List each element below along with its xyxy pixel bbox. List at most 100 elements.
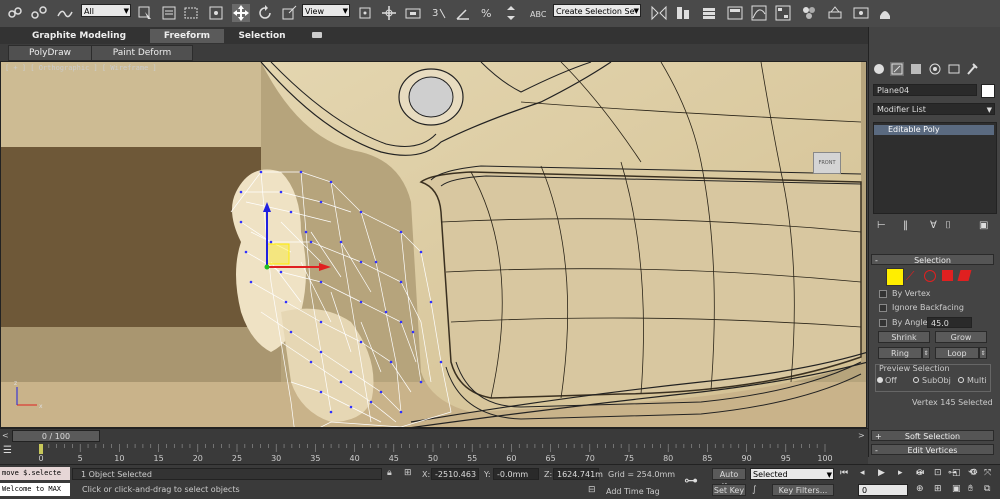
polygon-mode-icon[interactable] [942,270,953,281]
layer-manager-icon[interactable] [700,4,718,22]
modify-tab-icon[interactable] [890,62,904,76]
y-coord-field[interactable]: -0.0mm [493,468,539,480]
make-unique-icon[interactable]: ∀ [930,220,937,231]
maxscript-listener-line2[interactable]: Welcome to MAX [0,483,70,496]
create-tab-icon[interactable] [872,62,886,76]
loop-button[interactable]: Loop [935,347,979,359]
spinner-snap-icon[interactable] [502,4,520,22]
tab-graphite-modeling-tools[interactable]: Graphite Modeling Tools [20,29,138,55]
pin-stack-icon[interactable]: ⊢ [877,220,886,231]
ring-spinner[interactable]: ⇕ [922,347,930,359]
maximize-viewport-icon[interactable]: ⧉ [984,484,990,494]
ribbon-minimize-icon[interactable] [312,32,322,38]
remove-modifier-icon[interactable]: ⌷ [945,220,951,231]
time-slider-bar[interactable]: < 0 / 100 > [0,428,868,443]
hierarchy-tab-icon[interactable] [909,62,923,76]
by-angle-checkbox[interactable] [879,319,887,327]
viewcube[interactable]: FRONT [813,152,841,174]
track-bar[interactable]: ☰ 0 5 10 15 20 25 30 35 40 45 50 55 60 65 70 75 80 85 90 95… [0,442,868,464]
x-coord-field[interactable]: -2510.463 [431,468,479,480]
pan-icon[interactable]: ✋︎ [968,484,973,494]
soft-selection-rollout-header[interactable]: + Soft Selection [871,430,994,441]
select-object-icon[interactable] [136,4,154,22]
selection-lock-icon[interactable]: 🔒︎ [387,468,399,480]
material-editor-icon[interactable] [800,4,818,22]
bind-spacewarp-icon[interactable] [56,4,74,22]
keyboard-shortcut-toggle-icon[interactable] [404,4,422,22]
by-angle-input[interactable]: 45.0 [927,317,972,328]
window-crossing-icon[interactable] [207,4,225,22]
select-move-icon[interactable] [232,4,250,22]
polydraw-panel[interactable]: PolyDraw [8,45,92,61]
field-of-view-icon[interactable]: ◱ [952,468,961,478]
object-name-field[interactable]: Plane04 [873,84,977,96]
zoom-extents-all-icon[interactable]: ⊡ [934,468,942,478]
schematic-view-icon[interactable] [774,4,792,22]
named-selection-set-combo[interactable]: Create Selection Se ▼ [553,4,641,17]
object-color-swatch[interactable] [981,84,995,98]
unlink-icon[interactable] [30,4,48,22]
time-slider-thumb[interactable]: 0 / 100 [12,430,100,442]
play-icon[interactable]: ▶ [878,468,885,478]
zoom-all-icon[interactable]: ⊞ [934,484,942,494]
set-key-mode-icon[interactable]: ⊶ [684,473,706,489]
edge-mode-icon[interactable]: ⟋ [906,270,918,282]
modifier-list-dropdown[interactable]: Modifier List ▼ [873,103,995,115]
key-filters-button[interactable]: Key Filters... [772,484,834,496]
add-time-tag-button[interactable]: Add Time Tag [606,487,660,496]
tab-selection[interactable]: Selection [232,29,292,43]
key-tangent-icon[interactable]: ∫ [752,485,766,496]
maxscript-listener-line1[interactable]: move $.selecte [0,467,70,480]
border-mode-icon[interactable] [924,270,936,282]
rendered-frame-icon[interactable] [852,4,870,22]
by-vertex-checkbox[interactable] [879,290,887,298]
utilities-tab-icon[interactable] [965,62,979,76]
set-key-button[interactable]: Set Key [712,484,746,496]
time-next-arrow[interactable]: > [858,431,866,441]
configure-sets-icon[interactable]: ▣ [979,220,988,231]
goto-start-icon[interactable]: ⏮︎ [840,468,848,478]
orbit-icon[interactable]: ⟲ [968,468,976,478]
selection-filter-combo[interactable]: All ▼ [81,4,131,17]
current-frame-field[interactable]: 0 [858,484,908,496]
preview-subobj-radio[interactable] [913,377,919,383]
z-coord-field[interactable]: 1624.741m [553,468,603,480]
select-by-name-icon[interactable] [160,4,178,22]
angle-snap-icon[interactable] [454,4,472,22]
time-tag-icon[interactable]: ⊟ [588,485,600,496]
viewport-orthographic[interactable]: x z [ + ] [ Orthographic ] [ Wireframe ]… [0,61,867,428]
rect-selection-icon[interactable] [182,4,200,22]
preview-multi-radio[interactable] [958,377,964,383]
motion-tab-icon[interactable] [928,62,942,76]
preview-off-radio[interactable] [877,377,883,383]
grow-button[interactable]: Grow [935,331,987,343]
edit-vertices-rollout-header[interactable]: - Edit Vertices [871,444,994,455]
select-manipulate-icon[interactable] [380,4,398,22]
time-prev-arrow[interactable]: < [2,431,10,441]
tab-freeform[interactable]: Freeform [150,29,224,43]
percent-snap-icon[interactable]: % [478,4,496,22]
snaps-toggle-icon[interactable]: 3 [430,4,448,22]
walk-icon[interactable]: ⤧ [984,468,991,478]
prev-frame-icon[interactable]: ◂ [860,468,865,478]
ignore-backfacing-checkbox[interactable] [879,304,887,312]
auto-key-button[interactable]: Auto Key [712,468,746,491]
modifier-stack-item-editable-poly[interactable]: Editable Poly [874,125,994,135]
align-icon[interactable] [674,4,692,22]
absolute-mode-icon[interactable]: ⊞ [404,468,416,480]
display-tab-icon[interactable] [947,62,961,76]
show-end-result-icon[interactable]: ‖ [903,220,908,231]
select-scale-icon[interactable] [280,4,298,22]
edit-named-selections-icon[interactable]: ABC [528,4,547,22]
graphite-toggle-icon[interactable] [726,4,744,22]
curve-editor-icon[interactable] [750,4,768,22]
render-production-icon[interactable] [876,4,894,22]
zoom-icon[interactable]: ⊕ [916,484,924,494]
selection-rollout-header[interactable]: - Selection [871,254,994,265]
loop-spinner[interactable]: ⇕ [979,347,987,359]
pivot-center-icon[interactable] [356,4,374,22]
zoom-extents-icon[interactable]: ▣ [952,484,961,494]
vertex-mode-icon[interactable] [886,268,904,286]
current-frame-marker[interactable] [39,444,43,454]
link-icon[interactable] [6,4,24,22]
